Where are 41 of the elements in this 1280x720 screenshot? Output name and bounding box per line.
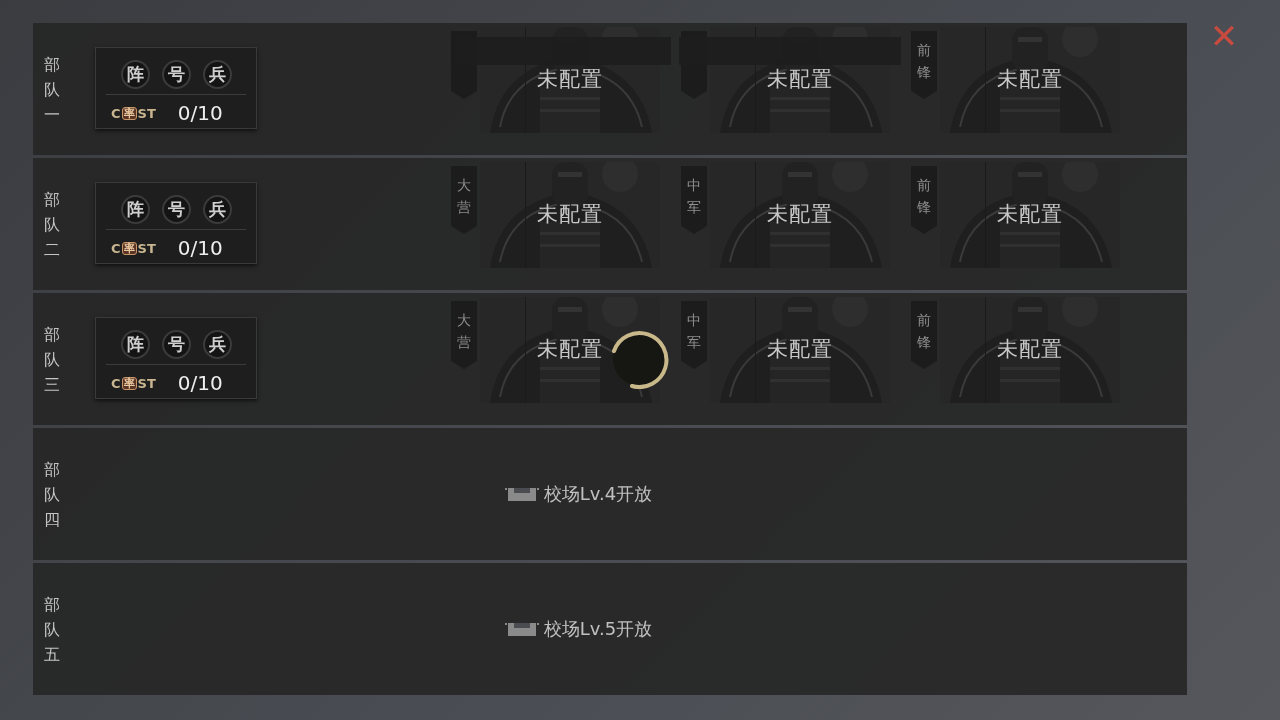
slot-status: 未配置 — [997, 66, 1063, 94]
banner-label: 前锋 — [917, 176, 931, 217]
slot-status: 未配置 — [997, 201, 1063, 229]
formation-icon[interactable]: 阵 — [120, 60, 150, 89]
slot-status: 未配置 — [537, 336, 603, 364]
slot-status: 未配置 — [767, 201, 833, 229]
banner-label: 前锋 — [917, 311, 931, 352]
formation-icon[interactable]: 号 — [161, 60, 191, 89]
cost-logo: C 率 ST — [111, 376, 156, 390]
banner-label: 前锋 — [917, 41, 931, 82]
banner-label: 中军 — [687, 311, 701, 352]
formation-icon[interactable]: 号 — [161, 195, 191, 224]
squad-label: 部队四 — [44, 459, 60, 531]
formation-icon[interactable]: 号 — [161, 330, 191, 359]
slot-status: 未配置 — [767, 336, 833, 364]
formation-panel[interactable]: 阵 号 兵 C 率 ST 0/10 — [95, 317, 257, 399]
formation-icon[interactable]: 阵 — [120, 330, 150, 359]
squad-label: 部队五 — [44, 594, 60, 666]
slot-status: 未配置 — [997, 336, 1063, 364]
squad-label: 部队二 — [44, 189, 60, 261]
squad-label: 部队三 — [44, 324, 60, 396]
slot-status: 未配置 — [537, 66, 603, 94]
formation-icon[interactable]: 阵 — [120, 195, 150, 224]
cost-value: 0/10 — [177, 235, 223, 262]
banner-label: 大营 — [457, 311, 471, 352]
formation-icon[interactable]: 兵 — [202, 60, 232, 89]
cost-logo: C 率 ST — [111, 241, 156, 255]
formation-panel[interactable]: 阵 号 兵 C 率 ST 0/10 — [95, 182, 257, 264]
squad-label: 部队一 — [44, 54, 60, 126]
formation-panel[interactable]: 阵 号 兵 C 率 ST 0/10 — [95, 47, 257, 129]
banner-label: 大营 — [457, 176, 471, 217]
cost-value: 0/10 — [177, 100, 223, 127]
cost-logo: C 率 ST — [111, 106, 156, 120]
unlock-hint: 校场Lv.5开放 — [543, 616, 653, 641]
slot-status: 未配置 — [767, 66, 833, 94]
formation-icon[interactable]: 兵 — [202, 195, 232, 224]
cost-value: 0/10 — [177, 370, 223, 397]
formation-icon[interactable]: 兵 — [202, 330, 232, 359]
slot-status: 未配置 — [537, 201, 603, 229]
banner-label: 中军 — [687, 176, 701, 217]
unlock-hint: 校场Lv.4开放 — [543, 481, 653, 506]
